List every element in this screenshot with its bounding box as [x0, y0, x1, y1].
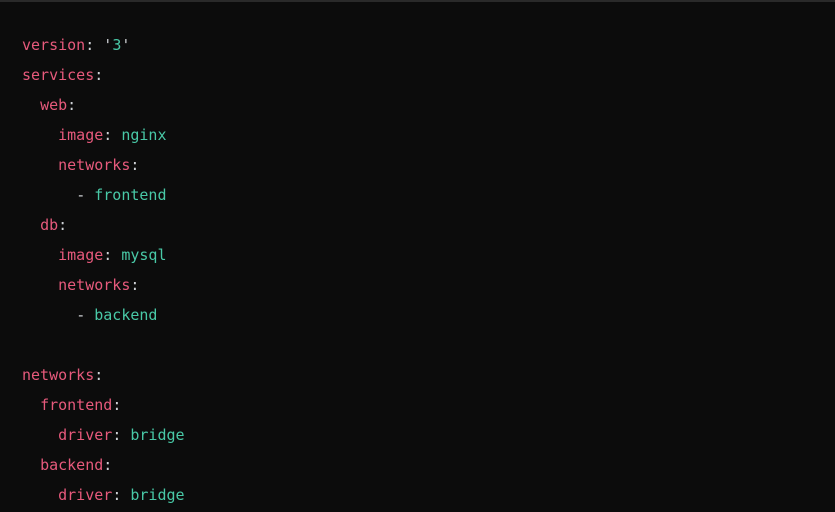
colon: :: [94, 366, 103, 384]
quote: ': [103, 36, 112, 54]
dash: -: [76, 306, 85, 324]
key-db-networks: networks: [58, 276, 130, 294]
value-version: 3: [112, 36, 121, 54]
line-2: services:: [22, 66, 103, 84]
key-web-image: image: [58, 126, 103, 144]
key-web: web: [40, 96, 67, 114]
key-version: version: [22, 36, 85, 54]
key-backend: backend: [40, 456, 103, 474]
value-web-image: nginx: [121, 126, 166, 144]
dash: -: [76, 186, 85, 204]
key-networks: networks: [22, 366, 94, 384]
colon: :: [112, 396, 121, 414]
colon: :: [67, 96, 76, 114]
yaml-code-block[interactable]: version: '3' services: web: image: nginx…: [0, 2, 835, 510]
line-13: driver: bridge: [22, 426, 185, 444]
value-frontend-driver: bridge: [130, 426, 184, 444]
line-10: - backend: [22, 306, 157, 324]
colon: :: [94, 66, 103, 84]
line-6: - frontend: [22, 186, 167, 204]
colon: :: [103, 126, 112, 144]
colon: :: [103, 246, 112, 264]
quote: ': [121, 36, 130, 54]
colon: :: [58, 216, 67, 234]
line-5: networks:: [22, 156, 139, 174]
colon: :: [130, 276, 139, 294]
key-web-networks: networks: [58, 156, 130, 174]
colon: :: [112, 426, 121, 444]
line-15: driver: bridge: [22, 486, 185, 504]
colon: :: [103, 456, 112, 474]
line-blank: [22, 336, 31, 354]
line-8: image: mysql: [22, 246, 167, 264]
value-backend-driver: bridge: [130, 486, 184, 504]
value-db-image: mysql: [121, 246, 166, 264]
line-12: frontend:: [22, 396, 121, 414]
key-backend-driver: driver: [58, 486, 112, 504]
colon: :: [130, 156, 139, 174]
key-services: services: [22, 66, 94, 84]
line-9: networks:: [22, 276, 139, 294]
value-web-network-item: frontend: [94, 186, 166, 204]
colon: :: [85, 36, 94, 54]
line-1: version: '3': [22, 36, 130, 54]
key-db: db: [40, 216, 58, 234]
key-frontend: frontend: [40, 396, 112, 414]
line-14: backend:: [22, 456, 112, 474]
code-editor-pane[interactable]: version: '3' services: web: image: nginx…: [0, 0, 835, 512]
line-7: db:: [22, 216, 67, 234]
line-11: networks:: [22, 366, 103, 384]
value-db-network-item: backend: [94, 306, 157, 324]
line-3: web:: [22, 96, 76, 114]
colon: :: [112, 486, 121, 504]
line-4: image: nginx: [22, 126, 167, 144]
key-db-image: image: [58, 246, 103, 264]
key-frontend-driver: driver: [58, 426, 112, 444]
